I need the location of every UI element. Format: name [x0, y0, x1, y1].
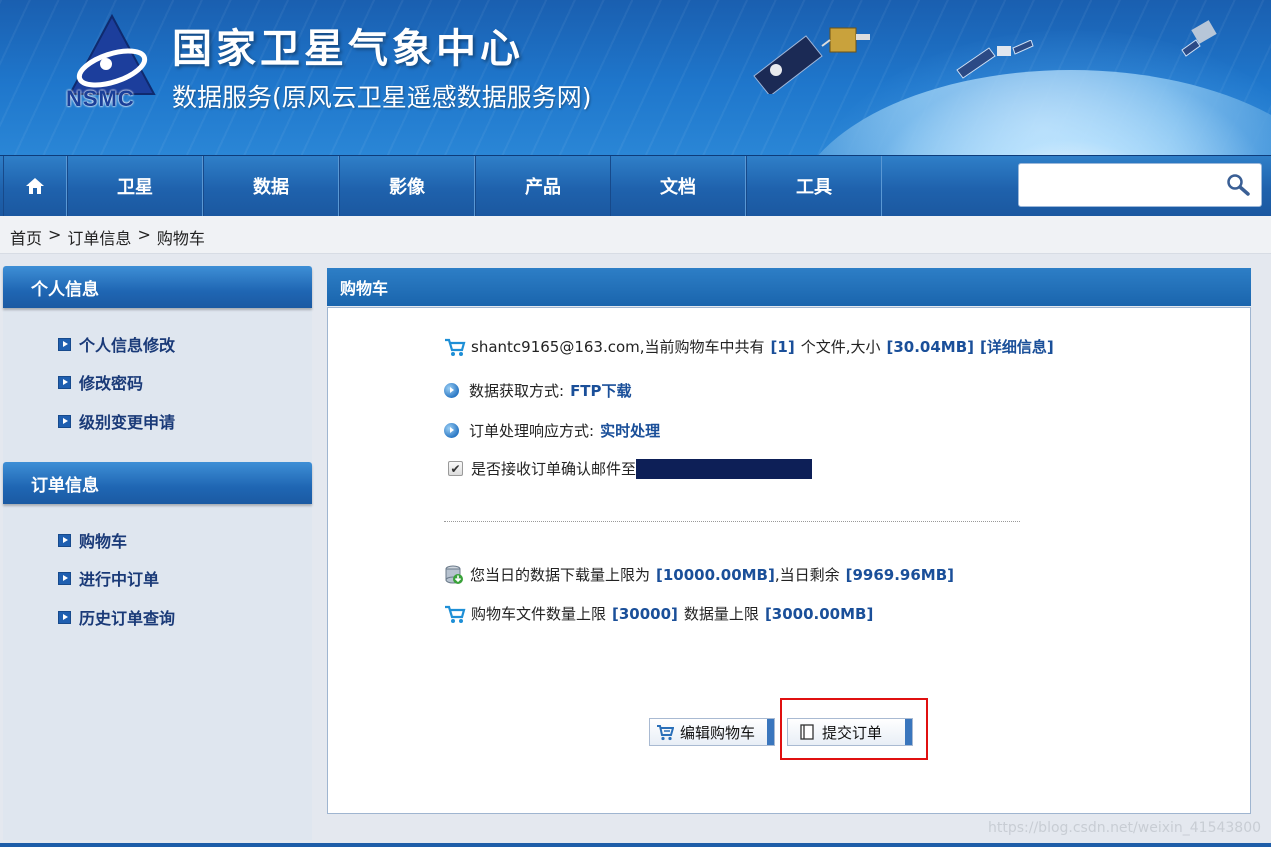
button-accent-bar — [767, 719, 774, 745]
cart-summary-mid: 个文件,大小 — [800, 338, 881, 356]
satellite-right-icon — [1181, 20, 1217, 57]
email-confirm-label: 是否接收订单确认邮件至 — [471, 460, 637, 478]
home-icon — [26, 178, 44, 194]
cart-summary-row: shantc9165@163.com,当前购物车中共有 [1] 个文件,大小 [… — [444, 336, 1054, 357]
email-confirm-checkbox[interactable]: ✔ — [448, 461, 463, 476]
cart-icon — [445, 605, 466, 623]
sidebar-item-order-history[interactable]: 历史订单查询 — [58, 605, 175, 629]
satellite-icon — [753, 27, 870, 94]
nav-imagery[interactable]: 影像 — [339, 156, 475, 216]
cart-file-count: [1] — [770, 337, 795, 356]
sidebar-item-orders-in-progress[interactable]: 进行中订单 — [58, 566, 159, 590]
sidebar-item-cart[interactable]: 购物车 — [58, 528, 127, 552]
sidebar-item-label: 购物车 — [79, 532, 128, 551]
cart-limit-text: 购物车文件数量上限 — [471, 605, 607, 623]
cart-panel: shantc9165@163.com,当前购物车中共有 [1] 个文件,大小 [… — [327, 307, 1251, 814]
cart-summary-text: shantc9165@163.com,当前购物车中共有 — [471, 338, 765, 356]
site-subtitle: 数据服务(原风云卫星遥感数据服务网) — [172, 83, 592, 112]
database-download-icon — [445, 565, 463, 584]
arrow-square-icon — [58, 337, 71, 351]
bottom-border — [0, 843, 1271, 847]
breadcrumb-separator: > — [48, 225, 62, 244]
divider — [444, 521, 1020, 522]
sidebar-section-personal[interactable]: 个人信息 — [3, 266, 312, 308]
fetch-method-row: 数据获取方式: FTP下载 — [444, 380, 632, 401]
search-input[interactable] — [1025, 170, 1215, 200]
cart-limit-mid: 数据量上限 — [683, 605, 759, 623]
watermark: https://blog.csdn.net/weixin_41543800 — [988, 820, 1262, 836]
response-method-value: 实时处理 — [600, 422, 661, 440]
search-icon[interactable] — [1225, 172, 1251, 198]
sidebar-item-label: 进行中订单 — [79, 570, 160, 589]
redacted-email — [636, 458, 813, 479]
satellite-small-icon — [956, 40, 1034, 79]
arrow-square-icon — [58, 533, 71, 547]
cart-size: [30.04MB] — [886, 337, 974, 356]
sidebar-item-label: 修改密码 — [79, 374, 144, 393]
arrow-square-icon — [58, 571, 71, 585]
nav-home[interactable] — [3, 156, 67, 216]
nav-documents[interactable]: 文档 — [610, 156, 746, 216]
edit-cart-button[interactable]: 编辑购物车 — [649, 718, 775, 746]
breadcrumb-current: 购物车 — [156, 229, 205, 248]
daily-remaining-value: [9969.96MB] — [845, 565, 955, 584]
breadcrumb-separator: > — [137, 225, 151, 244]
detail-info-link[interactable]: [详细信息] — [980, 336, 1054, 357]
bullet-arrow-icon — [444, 383, 459, 398]
sidebar-item-edit-profile[interactable]: 个人信息修改 — [58, 332, 175, 356]
sidebar-item-level-change[interactable]: 级别变更申请 — [58, 409, 175, 433]
response-method-label: 订单处理响应方式: — [469, 422, 595, 440]
sidebar-section-orders[interactable]: 订单信息 — [3, 462, 312, 504]
daily-limit-value: [10000.00MB] — [656, 565, 775, 584]
nav-products[interactable]: 产品 — [475, 156, 611, 216]
breadcrumb-order-info[interactable]: 订单信息 — [67, 225, 131, 249]
cart-icon — [445, 338, 466, 356]
cart-limit-row: 购物车文件数量上限 [30000] 数据量上限 [3000.00MB] — [444, 603, 873, 624]
arrow-square-icon — [58, 375, 71, 389]
daily-limit-text: 您当日的数据下载量上限为 — [470, 566, 651, 584]
cart-edit-icon — [657, 725, 674, 741]
arrow-square-icon — [58, 610, 71, 624]
edit-cart-label: 编辑购物车 — [680, 723, 756, 742]
site-banner: NSMC 国家卫星气象中心 数据服务(原风云卫星遥感数据服务网) — [0, 0, 1271, 155]
main-nav: 卫星 数据 影像 产品 文档 工具 — [0, 155, 1271, 216]
fetch-method-label: 数据获取方式: — [469, 382, 565, 400]
daily-limit-mid: ,当日剩余 — [774, 566, 840, 584]
cart-size-limit: [3000.00MB] — [764, 604, 874, 623]
submit-highlight-box — [780, 698, 928, 760]
response-method-row: 订单处理响应方式: 实时处理 — [444, 420, 660, 441]
search-box — [1018, 163, 1262, 207]
sidebar-item-label: 历史订单查询 — [79, 609, 176, 628]
nav-data[interactable]: 数据 — [203, 156, 339, 216]
nav-satellite[interactable]: 卫星 — [67, 156, 203, 216]
breadcrumb: 首页 > 订单信息 > 购物车 — [10, 225, 205, 249]
nav-tools[interactable]: 工具 — [746, 156, 882, 216]
email-confirm-row: ✔ 是否接收订单确认邮件至 — [448, 458, 813, 479]
sidebar-item-label: 个人信息修改 — [79, 336, 176, 355]
cart-file-limit: [30000] — [612, 604, 678, 623]
panel-title: 购物车 — [327, 268, 1251, 306]
fetch-method-value: FTP下载 — [570, 382, 632, 400]
sidebar-item-change-password[interactable]: 修改密码 — [58, 370, 143, 394]
sidebar: 个人信息 个人信息修改 修改密码 级别变更申请 订单信息 购物车 进行中订单 历… — [3, 266, 312, 840]
site-title: 国家卫星气象中心 — [172, 26, 524, 72]
daily-limit-row: 您当日的数据下载量上限为 [10000.00MB] ,当日剩余 [9969.96… — [444, 564, 954, 585]
breadcrumb-home[interactable]: 首页 — [10, 225, 42, 249]
arrow-square-icon — [58, 414, 71, 428]
sidebar-item-label: 级别变更申请 — [79, 413, 176, 432]
logo-text: NSMC — [66, 86, 135, 111]
breadcrumb-bar: 首页 > 订单信息 > 购物车 — [0, 216, 1271, 254]
bullet-arrow-icon — [444, 423, 459, 438]
